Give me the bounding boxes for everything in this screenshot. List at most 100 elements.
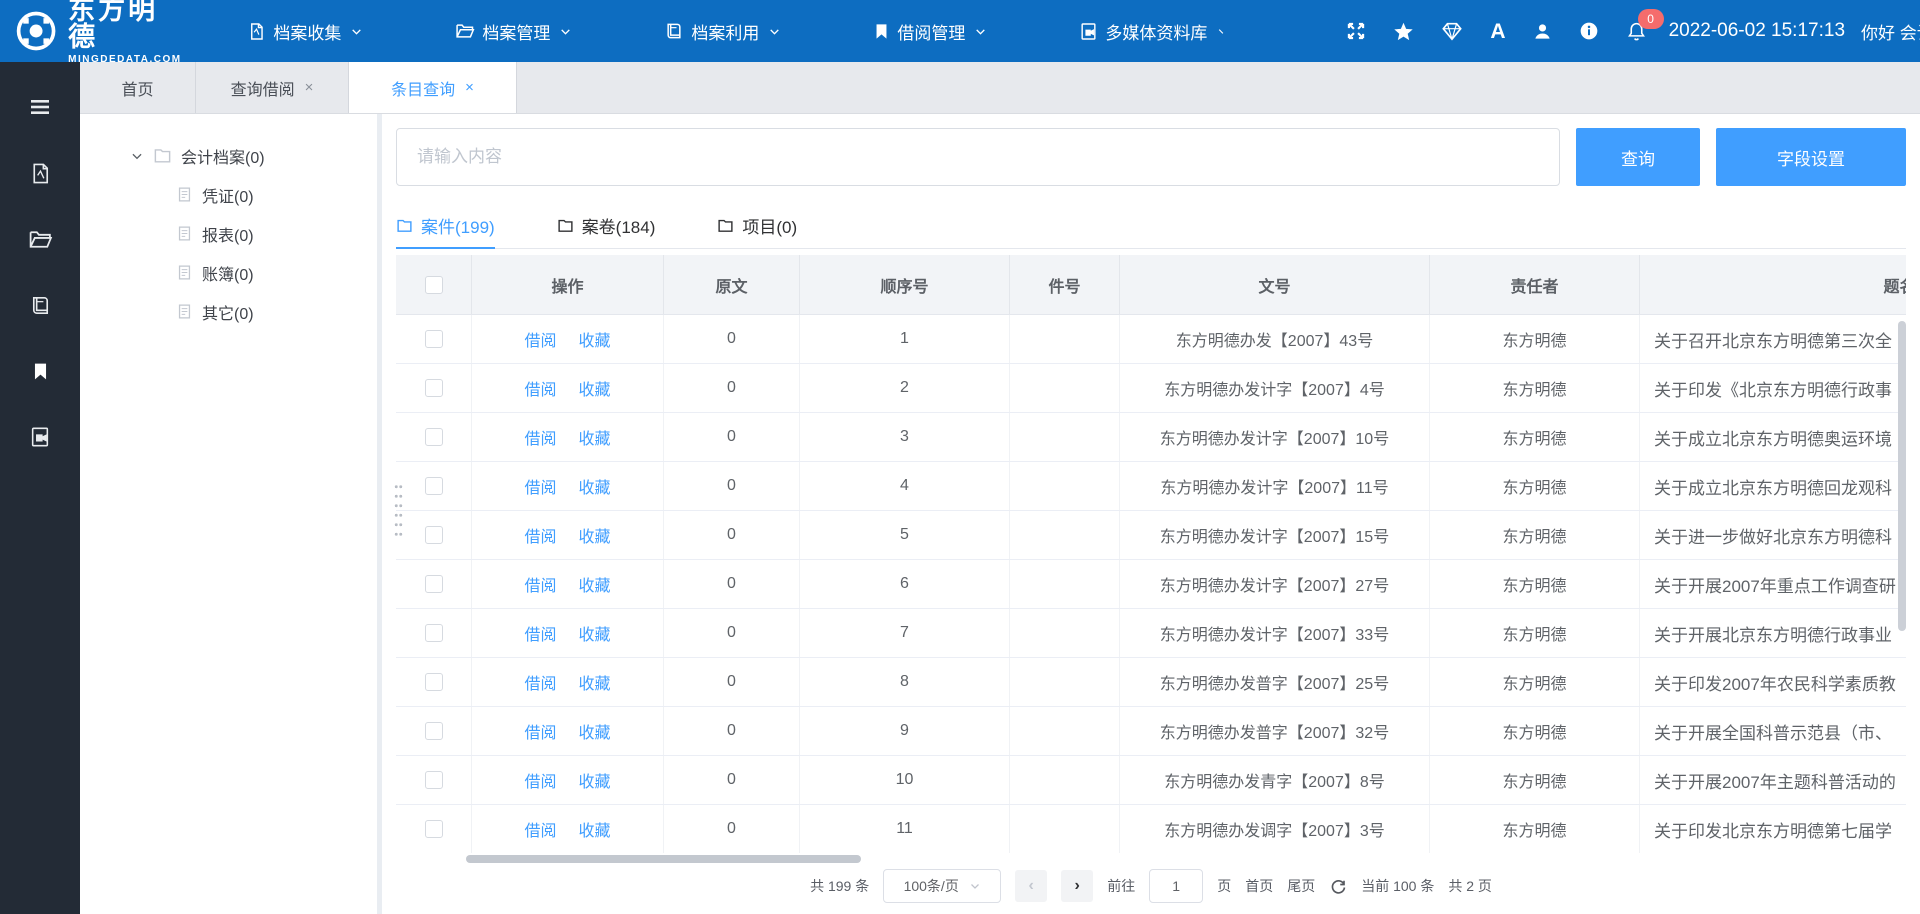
close-icon[interactable]: × [465, 79, 474, 96]
next-page-button[interactable]: › [1061, 870, 1093, 902]
rail-media-file-icon[interactable] [0, 404, 80, 470]
borrow-link[interactable]: 借阅 [524, 768, 556, 792]
favorite-link[interactable]: 收藏 [579, 572, 611, 596]
tree-item[interactable]: 其它(0) [80, 292, 377, 331]
nav-menu-borrow[interactable]: 借阅管理 [873, 19, 987, 44]
tree-item[interactable]: 凭证(0) [80, 175, 377, 214]
row-checkbox[interactable] [425, 673, 443, 691]
table-row[interactable]: 借阅收藏06东方明德办发计字【2007】27号东方明德关于开展2007年重点工作… [396, 560, 1906, 609]
window-tab-home[interactable]: 首页 [80, 62, 196, 113]
window-tab-borrow-query[interactable]: 查询借阅 × [196, 62, 349, 113]
table-row[interactable]: 借阅收藏09东方明德办发普字【2007】32号东方明德关于开展全国科普示范县（市… [396, 707, 1906, 756]
tree-item[interactable]: 报表(0) [80, 214, 377, 253]
user-icon[interactable] [1533, 22, 1552, 41]
goto-page-input[interactable] [1149, 869, 1203, 903]
borrow-link[interactable]: 借阅 [524, 719, 556, 743]
nav-menu-use[interactable]: 档案利用 [664, 19, 781, 44]
favorite-link[interactable]: 收藏 [579, 817, 611, 841]
first-page-link[interactable]: 首页 [1245, 876, 1273, 896]
nav-menu-manage[interactable]: 档案管理 [455, 19, 572, 44]
window-tab-entry-query[interactable]: 条目查询 × [349, 62, 517, 113]
favorite-link[interactable]: 收藏 [579, 523, 611, 547]
cell-seq: 7 [800, 609, 1010, 657]
field-settings-button[interactable]: 字段设置 [1716, 128, 1906, 186]
favorite-link[interactable]: 收藏 [579, 327, 611, 351]
rail-book-icon[interactable] [0, 272, 80, 338]
borrow-link[interactable]: 借阅 [524, 572, 556, 596]
row-checkbox[interactable] [425, 379, 443, 397]
table-row[interactable]: 借阅收藏05东方明德办发计字【2007】15号东方明德关于进一步做好北京东方明德… [396, 511, 1906, 560]
table-row[interactable]: 借阅收藏01东方明德办发【2007】43号东方明德关于召开北京东方明德第三次全 [396, 315, 1906, 364]
borrow-link[interactable]: 借阅 [524, 523, 556, 547]
favorite-link[interactable]: 收藏 [579, 768, 611, 792]
table-row[interactable]: 借阅收藏010东方明德办发青字【2007】8号东方明德关于开展2007年主题科普… [396, 756, 1906, 805]
rail-folder-open-icon[interactable] [0, 206, 80, 272]
cell-original: 0 [664, 413, 800, 461]
bell-icon[interactable]: 0 [1626, 21, 1647, 42]
tree-item[interactable]: 账簿(0) [80, 253, 377, 292]
query-button[interactable]: 查询 [1576, 128, 1700, 186]
cell-ops: 借阅收藏 [472, 756, 664, 804]
refresh-icon[interactable] [1329, 877, 1347, 895]
tab-label: 项目(0) [742, 213, 797, 238]
info-icon[interactable] [1579, 21, 1599, 41]
tab-case[interactable]: 案件(199) [396, 202, 495, 248]
table-header-row: 操作 原文 顺序号 件号 文号 责任者 题名 [396, 255, 1906, 315]
table-row[interactable]: 借阅收藏02东方明德办发计字【2007】4号东方明德关于印发《北京东方明德行政事 [396, 364, 1906, 413]
row-checkbox[interactable] [425, 526, 443, 544]
search-input[interactable] [396, 128, 1560, 186]
row-checkbox[interactable] [425, 330, 443, 348]
favorite-link[interactable]: 收藏 [579, 670, 611, 694]
window-tab-label: 条目查询 [391, 76, 455, 100]
row-checkbox[interactable] [425, 477, 443, 495]
prev-page-button[interactable]: ‹ [1015, 870, 1047, 902]
horizontal-scrollbar[interactable] [466, 855, 861, 863]
select-all-checkbox[interactable] [425, 276, 443, 294]
rail-bookmark-icon[interactable] [0, 338, 80, 404]
font-size-icon[interactable]: A [1490, 21, 1505, 42]
favorite-link[interactable]: 收藏 [579, 376, 611, 400]
borrow-link[interactable]: 借阅 [524, 670, 556, 694]
favorite-link[interactable]: 收藏 [579, 719, 611, 743]
favorite-link[interactable]: 收藏 [579, 621, 611, 645]
table-row[interactable]: 借阅收藏07东方明德办发计字【2007】33号东方明德关于开展北京东方明德行政事… [396, 609, 1906, 658]
row-checkbox[interactable] [425, 820, 443, 838]
tree-item-accounting-archive[interactable]: 会计档案(0) [80, 136, 377, 175]
page-size-select[interactable]: 100条/页 [883, 869, 1001, 903]
borrow-link[interactable]: 借阅 [524, 621, 556, 645]
fullscreen-icon[interactable] [1346, 21, 1366, 41]
table-row[interactable]: 借阅收藏011东方明德办发调字【2007】3号东方明德关于印发北京东方明德第七届… [396, 805, 1906, 853]
star-icon[interactable] [1393, 21, 1414, 42]
borrow-link[interactable]: 借阅 [524, 425, 556, 449]
row-checkbox[interactable] [425, 624, 443, 642]
tab-volume[interactable]: 案卷(184) [557, 202, 656, 248]
vertical-scrollbar[interactable] [1898, 321, 1906, 631]
last-page-link[interactable]: 尾页 [1287, 876, 1315, 896]
borrow-link[interactable]: 借阅 [524, 327, 556, 351]
row-checkbox[interactable] [425, 575, 443, 593]
panel-splitter-handle[interactable] [394, 482, 403, 540]
favorite-link[interactable]: 收藏 [579, 425, 611, 449]
gem-icon[interactable] [1441, 20, 1463, 42]
table-row[interactable]: 借阅收藏03东方明德办发计字【2007】10号东方明德关于成立北京东方明德奥运环… [396, 413, 1906, 462]
left-rail [0, 62, 80, 914]
borrow-link[interactable]: 借阅 [524, 817, 556, 841]
nav-menu-media[interactable]: 多媒体资料库 [1079, 19, 1227, 44]
close-icon[interactable]: × [305, 79, 314, 96]
tab-project[interactable]: 项目(0) [717, 202, 797, 248]
favorite-link[interactable]: 收藏 [579, 474, 611, 498]
row-checkbox[interactable] [425, 722, 443, 740]
horizontal-scrollbar-track [396, 855, 1906, 863]
menu-toggle-icon[interactable] [0, 74, 80, 140]
borrow-link[interactable]: 借阅 [524, 474, 556, 498]
user-greeting: 你好 会计 [1861, 19, 1920, 44]
cell-title: 关于开展2007年主题科普活动的 [1640, 756, 1906, 804]
table-row[interactable]: 借阅收藏08东方明德办发普字【2007】25号东方明德关于印发2007年农民科学… [396, 658, 1906, 707]
nav-menu-collect[interactable]: 档案收集 [247, 19, 363, 44]
row-checkbox[interactable] [425, 428, 443, 446]
row-checkbox[interactable] [425, 771, 443, 789]
rail-file-icon[interactable] [0, 140, 80, 206]
table-row[interactable]: 借阅收藏04东方明德办发计字【2007】11号东方明德关于成立北京东方明德回龙观… [396, 462, 1906, 511]
borrow-link[interactable]: 借阅 [524, 376, 556, 400]
folder-open-icon [455, 21, 475, 41]
